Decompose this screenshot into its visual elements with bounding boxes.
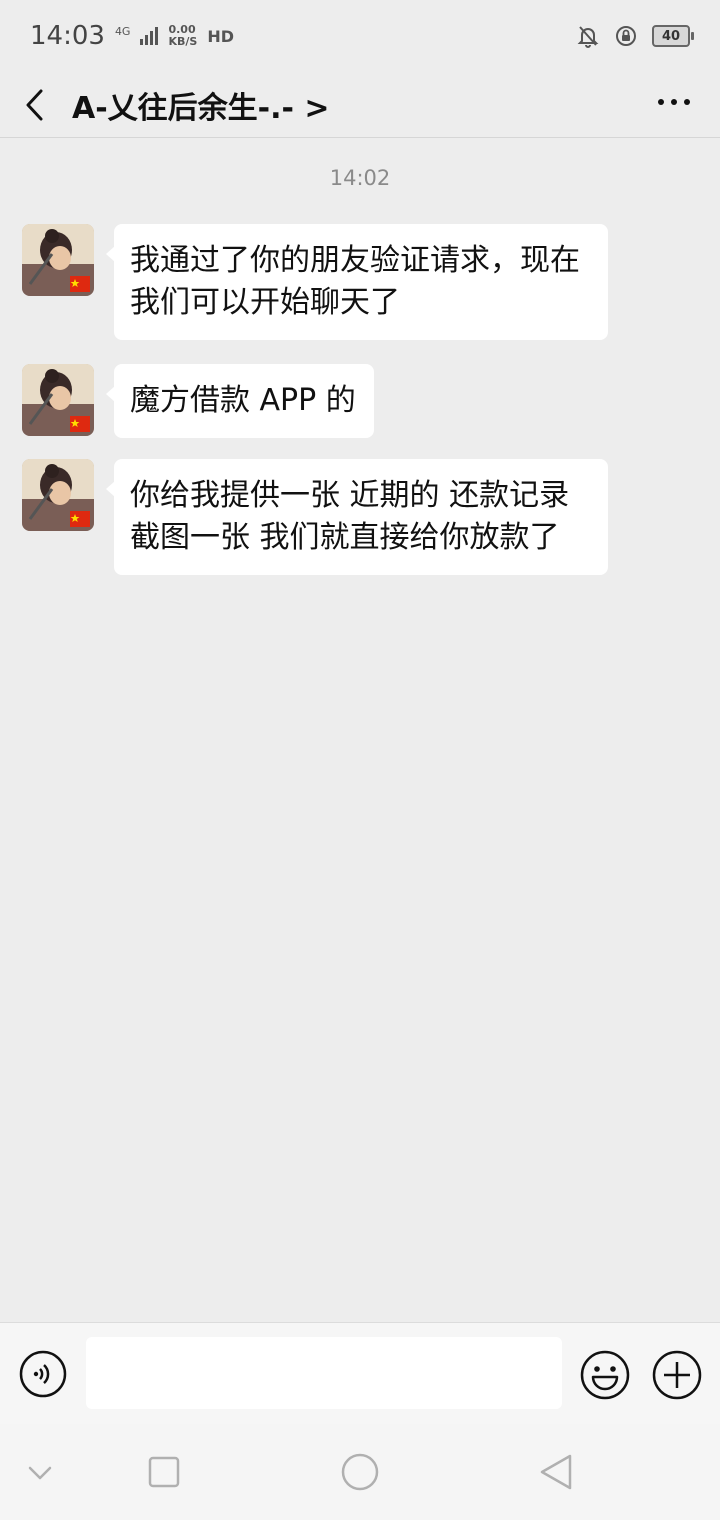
status-left: 14:03 4G 0.00 KB/S HD <box>30 21 234 51</box>
square-icon <box>148 1456 180 1488</box>
status-time: 14:03 <box>30 21 105 51</box>
more-options-button[interactable] <box>658 92 690 112</box>
message-timestamp: 14:02 <box>329 166 391 190</box>
bell-muted-icon <box>577 26 599 48</box>
chevron-left-icon <box>26 89 43 120</box>
nav-recents-button[interactable] <box>148 1448 180 1500</box>
nav-collapse-button[interactable] <box>26 1448 54 1500</box>
more-dot-icon <box>658 99 664 105</box>
avatar-image <box>22 459 94 531</box>
hd-call-icon: HD <box>207 26 234 46</box>
triangle-back-icon <box>540 1454 572 1490</box>
contact-avatar[interactable] <box>22 364 94 436</box>
net-speed-unit: KB/S <box>168 35 198 48</box>
avatar-image <box>22 224 94 296</box>
net-speed: 0.00 KB/S <box>168 24 197 48</box>
chat-header: A-乂往后余生-.- > <box>0 72 720 138</box>
emoji-button[interactable] <box>580 1350 630 1404</box>
message-bubble-wrap: 你给我提供一张 近期的 还款记录截图一张 我们就直接给你放款了 <box>106 459 608 575</box>
nav-home-button[interactable] <box>340 1448 380 1500</box>
message-bubble[interactable]: 魔方借款 APP 的 <box>114 364 374 438</box>
nav-back-button[interactable] <box>538 1448 574 1500</box>
avatar-image <box>22 364 94 436</box>
network-type-label: 4G <box>114 24 131 38</box>
contact-avatar[interactable] <box>22 459 94 531</box>
input-bar <box>0 1322 720 1424</box>
message-row: 你给我提供一张 近期的 还款记录截图一张 我们就直接给你放款了 <box>22 459 608 575</box>
voice-icon <box>19 1350 67 1398</box>
message-row: 我通过了你的朋友验证请求，现在我们可以开始聊天了 <box>22 224 608 340</box>
contact-avatar[interactable] <box>22 224 94 296</box>
status-bar: 14:03 4G 0.00 KB/S HD 40 <box>0 0 720 72</box>
status-right: 40 <box>576 24 694 48</box>
system-navigation-bar <box>0 1424 720 1520</box>
message-input[interactable] <box>86 1337 562 1409</box>
message-bubble-wrap: 魔方借款 APP 的 <box>106 364 374 438</box>
emoji-icon <box>580 1350 630 1400</box>
more-dot-icon <box>671 99 677 105</box>
message-row: 魔方借款 APP 的 <box>22 364 374 438</box>
chevron-down-icon <box>28 1466 52 1480</box>
plus-icon <box>652 1350 702 1400</box>
more-functions-button[interactable] <box>652 1350 702 1404</box>
signal-strength-icon <box>140 27 159 45</box>
back-button[interactable] <box>0 72 70 138</box>
message-bubble-wrap: 我通过了你的朋友验证请求，现在我们可以开始聊天了 <box>106 224 608 340</box>
chat-area: 14:02 <box>0 138 720 190</box>
chat-title[interactable]: A-乂往后余生-.- > <box>72 83 330 127</box>
rotation-lock-icon <box>616 26 636 46</box>
message-bubble[interactable]: 我通过了你的朋友验证请求，现在我们可以开始聊天了 <box>114 224 608 340</box>
voice-input-button[interactable] <box>19 1350 67 1402</box>
battery-icon: 40 <box>652 25 694 47</box>
circle-icon <box>341 1453 379 1491</box>
message-bubble[interactable]: 你给我提供一张 近期的 还款记录截图一张 我们就直接给你放款了 <box>114 459 608 575</box>
more-dot-icon <box>684 99 690 105</box>
